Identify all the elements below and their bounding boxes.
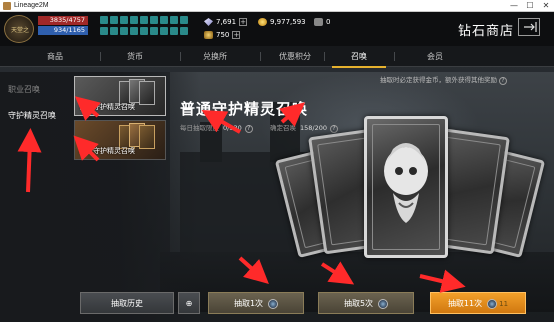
- buff-icon: [100, 27, 108, 35]
- gold-currency: 9,977,593: [258, 17, 306, 27]
- buff-icon: [160, 27, 168, 35]
- buff-icons: [100, 16, 192, 38]
- diamond-icon: [204, 18, 213, 26]
- minimize-button[interactable]: —: [506, 0, 522, 12]
- daily-limit-value: 0/330: [223, 124, 242, 132]
- zoom-button[interactable]: ⊕: [178, 292, 200, 314]
- summon-option-advanced[interactable]: 高级守护精灵召唤: [74, 120, 166, 160]
- red-gem-amount: 750: [216, 31, 230, 39]
- summon-ticket-icon: [487, 298, 498, 309]
- gold-amount: 9,977,593: [270, 18, 306, 26]
- window-titlebar: Lineage2M — ☐ ✕: [0, 0, 554, 12]
- diamond-amount: 7,691: [216, 18, 237, 26]
- close-button[interactable]: ✕: [538, 0, 554, 12]
- buff-icon: [150, 16, 158, 24]
- bag-count: 0: [326, 18, 331, 26]
- summon-card-main: [364, 116, 448, 258]
- buff-icon: [150, 27, 158, 35]
- buff-icon: [130, 27, 138, 35]
- summon-ticket-icon: [268, 298, 279, 309]
- tab-points[interactable]: 优惠积分: [260, 46, 330, 67]
- buff-icon: [120, 27, 128, 35]
- pull-11-button[interactable]: 抽取11次 11: [430, 292, 526, 314]
- buff-icon: [180, 16, 188, 24]
- window-title: Lineage2M: [14, 2, 49, 9]
- exit-icon: [524, 22, 537, 32]
- summon-option-normal[interactable]: 普通守护精灵召唤: [74, 76, 166, 116]
- page-title: 普通守护精灵召唤: [180, 100, 309, 118]
- notice-help-icon[interactable]: ?: [499, 77, 507, 85]
- side-item-guardian-summon[interactable]: 守护精灵召唤: [8, 110, 56, 121]
- buff-icon: [120, 16, 128, 24]
- daily-limit-help-icon[interactable]: ?: [244, 125, 253, 133]
- red-gem-icon: [204, 31, 213, 39]
- summon-notice: 抽取时必定获得金币，额外获得其他奖励?: [380, 74, 507, 85]
- avatar-label: 天堂之: [10, 27, 29, 34]
- top-hud: 天堂之 3835/4757 934/1165 7,691 + 9,977,593…: [0, 12, 554, 46]
- buff-icon: [110, 16, 118, 24]
- red-gem-currency: 750 +: [204, 30, 241, 40]
- notice-text: 抽取时必定获得金币，额外获得其他奖励: [380, 76, 497, 84]
- tab-currency[interactable]: 货币: [100, 46, 170, 67]
- buff-icon: [160, 16, 168, 24]
- maximize-button[interactable]: ☐: [522, 0, 538, 12]
- guarantee-value: 158/200: [300, 124, 328, 132]
- guarantee-help-icon[interactable]: ?: [330, 125, 339, 133]
- tab-exchange[interactable]: 兑换所: [180, 46, 250, 67]
- buff-icon: [130, 16, 138, 24]
- buff-icon: [170, 27, 178, 35]
- buff-icon: [110, 27, 118, 35]
- buff-icon: [170, 16, 178, 24]
- exit-button[interactable]: [518, 18, 540, 36]
- app-icon: [3, 2, 11, 10]
- guardian-spirit-emblem-icon: [384, 143, 428, 223]
- gold-coin-icon: [258, 18, 267, 26]
- hp-bar: 3835/4757: [38, 16, 88, 25]
- pull-5-button[interactable]: 抽取5次: [318, 292, 414, 314]
- daily-limit: 每日抽取限度 0/330?: [180, 122, 253, 133]
- buff-icon: [140, 27, 148, 35]
- buff-icon: [140, 16, 148, 24]
- guarantee-counter: 确定召唤 158/200?: [270, 122, 339, 133]
- tab-products[interactable]: 商品: [20, 46, 90, 67]
- bag-currency: 0: [314, 17, 330, 27]
- summon-option-label: 高级守护精灵召唤: [79, 147, 135, 155]
- mp-bar: 934/1165: [38, 26, 88, 35]
- summon-ticket-icon: [378, 298, 389, 309]
- pull-1-button[interactable]: 抽取1次: [208, 292, 304, 314]
- game-viewport: 天堂之 3835/4757 934/1165 7,691 + 9,977,593…: [0, 12, 554, 322]
- diamond-currency: 7,691 +: [204, 17, 248, 27]
- buff-icon: [100, 16, 108, 24]
- tab-membership[interactable]: 会员: [400, 46, 470, 67]
- buff-icon: [180, 27, 188, 35]
- pull-11-cost: 11: [499, 300, 509, 308]
- summon-option-label: 普通守护精灵召唤: [79, 103, 135, 111]
- shop-title: 钻石商店: [458, 24, 515, 39]
- side-item-class-summon[interactable]: 职业召唤: [8, 84, 40, 95]
- tab-summon[interactable]: 召唤: [324, 46, 394, 68]
- tab-bar: 商品 货币 兑换所 优惠积分 召唤 会员: [0, 46, 554, 68]
- add-red-gem-button[interactable]: +: [232, 31, 241, 39]
- add-diamond-button[interactable]: +: [239, 18, 248, 26]
- summon-history-button[interactable]: 抽取历史: [80, 292, 174, 314]
- avatar[interactable]: 天堂之: [4, 15, 34, 43]
- bag-icon: [314, 18, 323, 26]
